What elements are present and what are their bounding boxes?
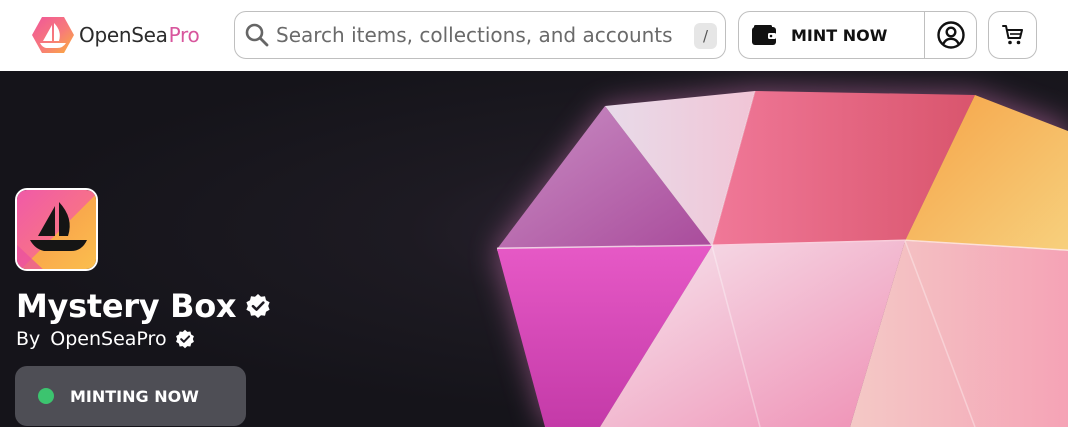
collection-name: Mystery Box (16, 287, 237, 325)
search-shortcut-key: / (694, 23, 717, 49)
minting-status-badge: MINTING NOW (15, 366, 246, 426)
creator-prefix: By (16, 328, 41, 350)
verified-badge-icon (175, 329, 194, 349)
collection-creator: By OpenSeaPro (16, 328, 195, 350)
search-bar[interactable]: / (234, 11, 726, 59)
search-input[interactable] (276, 23, 676, 47)
mint-account-group: MINT NOW (738, 11, 977, 59)
account-icon (937, 21, 965, 49)
collection-avatar (15, 188, 98, 271)
collection-hero-banner: Mystery Box By OpenSeaPro MINTING NOW (0, 71, 1068, 427)
opensea-pro-logo[interactable]: OpenSeaPro (31, 15, 200, 55)
search-icon (245, 23, 269, 47)
wallet-icon (752, 25, 776, 45)
mint-now-label: MINT NOW (791, 25, 888, 45)
opensea-pro-logo-icon (32, 17, 74, 53)
mint-now-button[interactable]: MINT NOW (739, 12, 924, 58)
collection-title: Mystery Box (16, 287, 271, 325)
logo-wordmark: OpenSeaPro (79, 23, 200, 47)
verified-badge-icon (246, 294, 270, 318)
logo-name: OpenSea (79, 23, 168, 47)
opensea-ship-icon (17, 190, 96, 269)
account-button[interactable] (925, 12, 977, 58)
creator-name-link[interactable]: OpenSeaPro (50, 328, 166, 350)
cart-icon (1001, 25, 1023, 45)
top-navigation-bar: OpenSeaPro / MINT NOW (0, 0, 1068, 71)
cart-button[interactable] (988, 11, 1037, 59)
logo-suffix: Pro (168, 23, 200, 47)
status-dot (38, 388, 54, 404)
status-label: MINTING NOW (70, 386, 199, 406)
